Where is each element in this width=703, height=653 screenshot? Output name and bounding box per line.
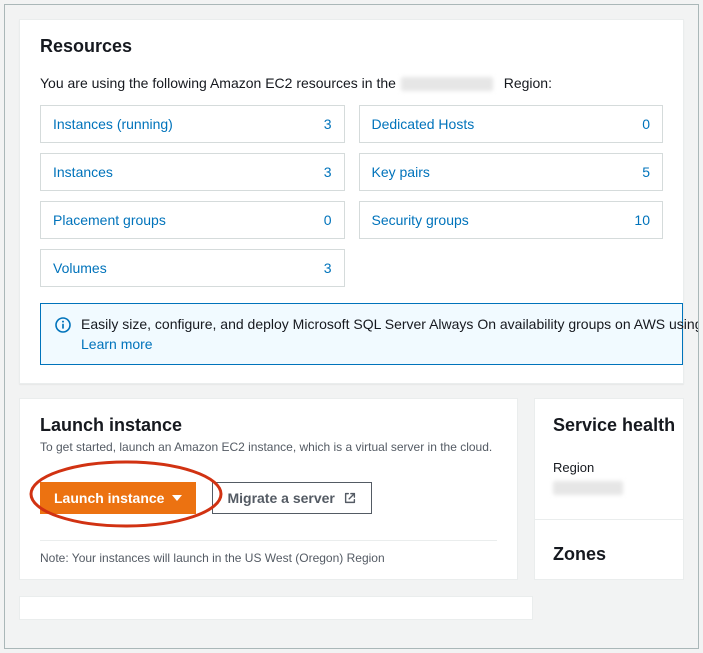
health-region-label: Region [553,460,665,475]
stat-value: 0 [642,116,650,132]
stat-dedicated-hosts[interactable]: Dedicated Hosts 0 [359,105,664,143]
stat-instances[interactable]: Instances 3 [40,153,345,191]
learn-more-link[interactable]: Learn more [81,336,699,352]
stat-label: Instances [53,164,113,180]
launch-health-row: Launch instance To get started, launch a… [19,398,684,580]
resources-col-left: Instances (running) 3 Instances 3 Placem… [40,105,345,287]
stat-value: 0 [324,212,332,228]
resources-col-right: Dedicated Hosts 0 Key pairs 5 Security g… [359,105,664,287]
stat-security-groups[interactable]: Security groups 10 [359,201,664,239]
health-region-redacted [553,481,623,495]
health-title: Service health [553,415,665,436]
stat-value: 3 [324,164,332,180]
external-link-icon [343,491,357,505]
stat-volumes[interactable]: Volumes 3 [40,249,345,287]
stat-label: Dedicated Hosts [372,116,475,132]
migrate-server-label: Migrate a server [227,490,334,506]
info-text: Easily size, configure, and deploy Micro… [81,316,699,352]
launch-panel: Launch instance To get started, launch a… [19,398,518,580]
intro-suffix: Region: [504,75,552,91]
health-divider [535,519,683,520]
stat-value: 3 [324,116,332,132]
stat-key-pairs[interactable]: Key pairs 5 [359,153,664,191]
below-row [19,596,684,620]
resources-grid: Instances (running) 3 Instances 3 Placem… [40,105,663,287]
info-icon [55,316,71,336]
resources-header: Resources [20,20,683,69]
launch-instance-button[interactable]: Launch instance [40,482,196,514]
intro-prefix: You are using the following Amazon EC2 r… [40,75,396,91]
resources-body: You are using the following Amazon EC2 r… [20,75,683,383]
stat-instances-running[interactable]: Instances (running) 3 [40,105,345,143]
stat-label: Security groups [372,212,469,228]
resources-intro: You are using the following Amazon EC2 r… [40,75,663,91]
launch-note: Note: Your instances will launch in the … [40,540,497,565]
launch-instance-label: Launch instance [54,490,164,506]
stat-label: Key pairs [372,164,430,180]
stat-value: 5 [642,164,650,180]
migrate-server-button[interactable]: Migrate a server [212,482,371,514]
resources-panel: Resources You are using the following Am… [19,19,684,384]
stat-value: 3 [324,260,332,276]
launch-subtitle: To get started, launch an Amazon EC2 ins… [40,440,497,454]
stat-label: Instances (running) [53,116,173,132]
health-zones-label: Zones [553,544,665,565]
stat-label: Volumes [53,260,107,276]
caret-down-icon [172,495,182,501]
health-region-block: Region [553,460,665,495]
info-banner: Easily size, configure, and deploy Micro… [40,303,683,365]
launch-buttons: Launch instance Migrate a server [40,482,497,514]
stat-label: Placement groups [53,212,166,228]
launch-title: Launch instance [40,415,497,436]
stat-value: 10 [634,212,650,228]
stat-placement-groups[interactable]: Placement groups 0 [40,201,345,239]
ec2-dashboard: Resources You are using the following Am… [4,4,699,649]
resources-title: Resources [40,36,663,57]
banner-text: Easily size, configure, and deploy Micro… [81,316,699,332]
below-panel-stub [19,596,533,620]
region-redacted [401,77,493,91]
service-health-panel: Service health Region Zones [534,398,684,580]
